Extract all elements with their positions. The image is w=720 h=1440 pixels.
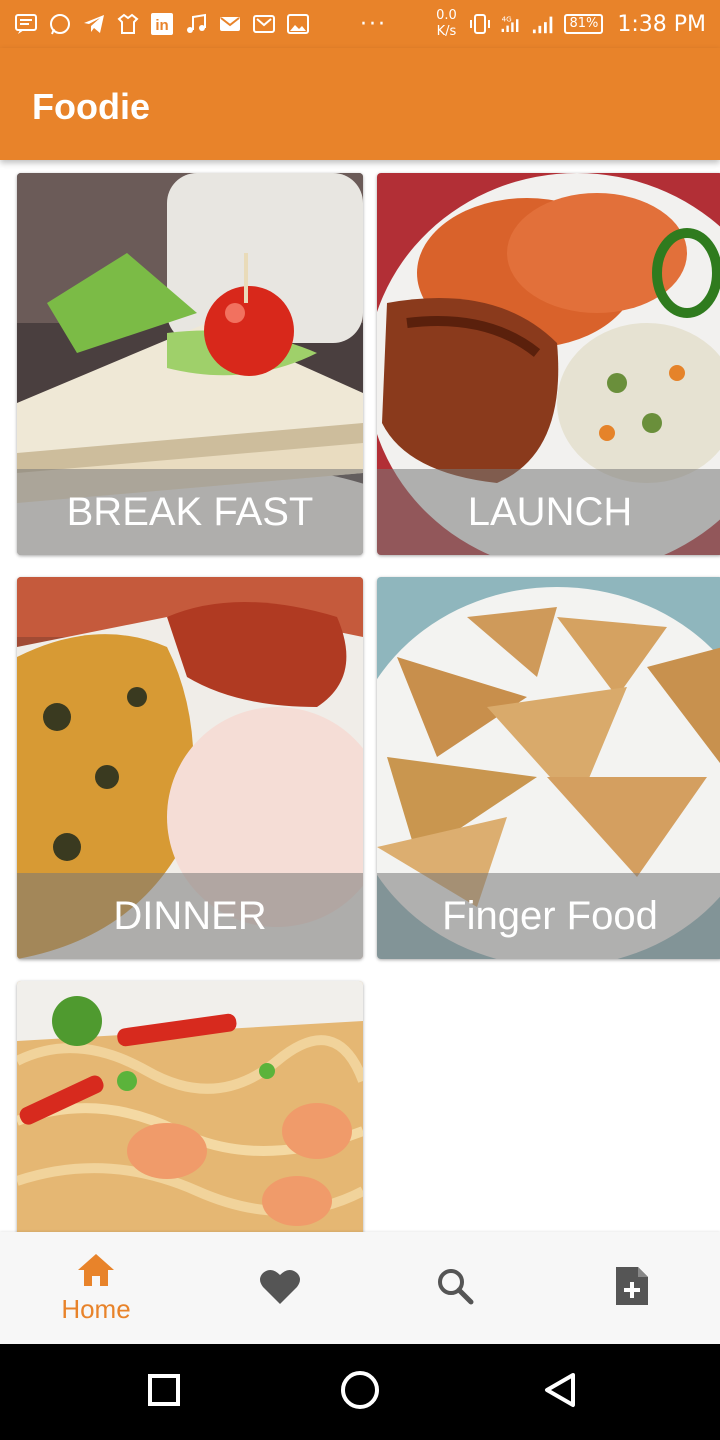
shirt-icon	[116, 12, 140, 36]
add-document-icon	[614, 1265, 650, 1311]
category-card-finger-food[interactable]: Finger Food	[377, 577, 720, 959]
app-title: Foodie	[32, 86, 150, 127]
category-card-launch[interactable]: LAUNCH	[377, 173, 720, 555]
gmail-icon-2	[252, 12, 276, 36]
category-label: LAUNCH	[467, 489, 633, 534]
vibrate-icon	[468, 12, 492, 36]
category-label: Finger Food	[442, 893, 658, 938]
battery-indicator: 81%	[564, 14, 604, 34]
system-navigation-bar	[0, 1344, 720, 1440]
telegram-icon	[82, 12, 106, 36]
nav-add-recipe[interactable]	[542, 1232, 720, 1344]
image-icon	[286, 12, 310, 36]
heart-icon	[259, 1267, 301, 1309]
whatsapp-icon	[48, 12, 72, 36]
network-speed: 0.0 K/s	[436, 8, 457, 39]
more-notifications-indicator: ···	[360, 11, 387, 37]
back-triangle-icon	[542, 1371, 578, 1413]
category-label-bar: LAUNCH	[377, 469, 720, 555]
square-icon	[147, 1373, 181, 1411]
category-label-bar: DINNER	[17, 873, 363, 959]
category-label-bar: BREAK FAST	[17, 469, 363, 555]
home-icon	[76, 1252, 116, 1292]
category-card-noodles[interactable]	[17, 981, 363, 1232]
category-grid: BREAK FAST LAUNCH DINNER Finger Food	[0, 160, 720, 1232]
svg-text:4G: 4G	[502, 15, 512, 24]
svg-text:in: in	[155, 17, 168, 34]
nav-home[interactable]: Home	[6, 1232, 186, 1344]
recent-apps-button[interactable]	[144, 1372, 184, 1412]
category-label-bar: Finger Food	[377, 873, 720, 959]
nav-search[interactable]	[365, 1232, 545, 1344]
category-label: DINNER	[113, 893, 267, 938]
linkedin-icon: in	[150, 12, 174, 36]
clock: 1:38 PM	[617, 11, 706, 37]
nav-home-label: Home	[61, 1293, 131, 1324]
signal-icon	[532, 12, 556, 36]
home-system-button[interactable]	[340, 1370, 380, 1414]
music-icon	[184, 12, 208, 36]
status-bar: in ··· 0.0 K/s 4G 81% 1:38 PM	[0, 0, 720, 48]
gmail-icon	[218, 12, 242, 36]
circle-icon	[340, 1370, 380, 1414]
noodles-image	[17, 981, 363, 1232]
app-bar: Foodie	[0, 48, 720, 160]
nav-favorites[interactable]	[190, 1232, 370, 1344]
category-label: BREAK FAST	[66, 489, 314, 534]
search-icon	[435, 1266, 475, 1310]
message-notification-icon	[14, 12, 38, 36]
back-button[interactable]	[540, 1372, 580, 1412]
bottom-navigation: Home	[0, 1232, 720, 1344]
category-card-dinner[interactable]: DINNER	[17, 577, 363, 959]
signal-4g-icon: 4G	[500, 12, 524, 36]
category-card-breakfast[interactable]: BREAK FAST	[17, 173, 363, 555]
